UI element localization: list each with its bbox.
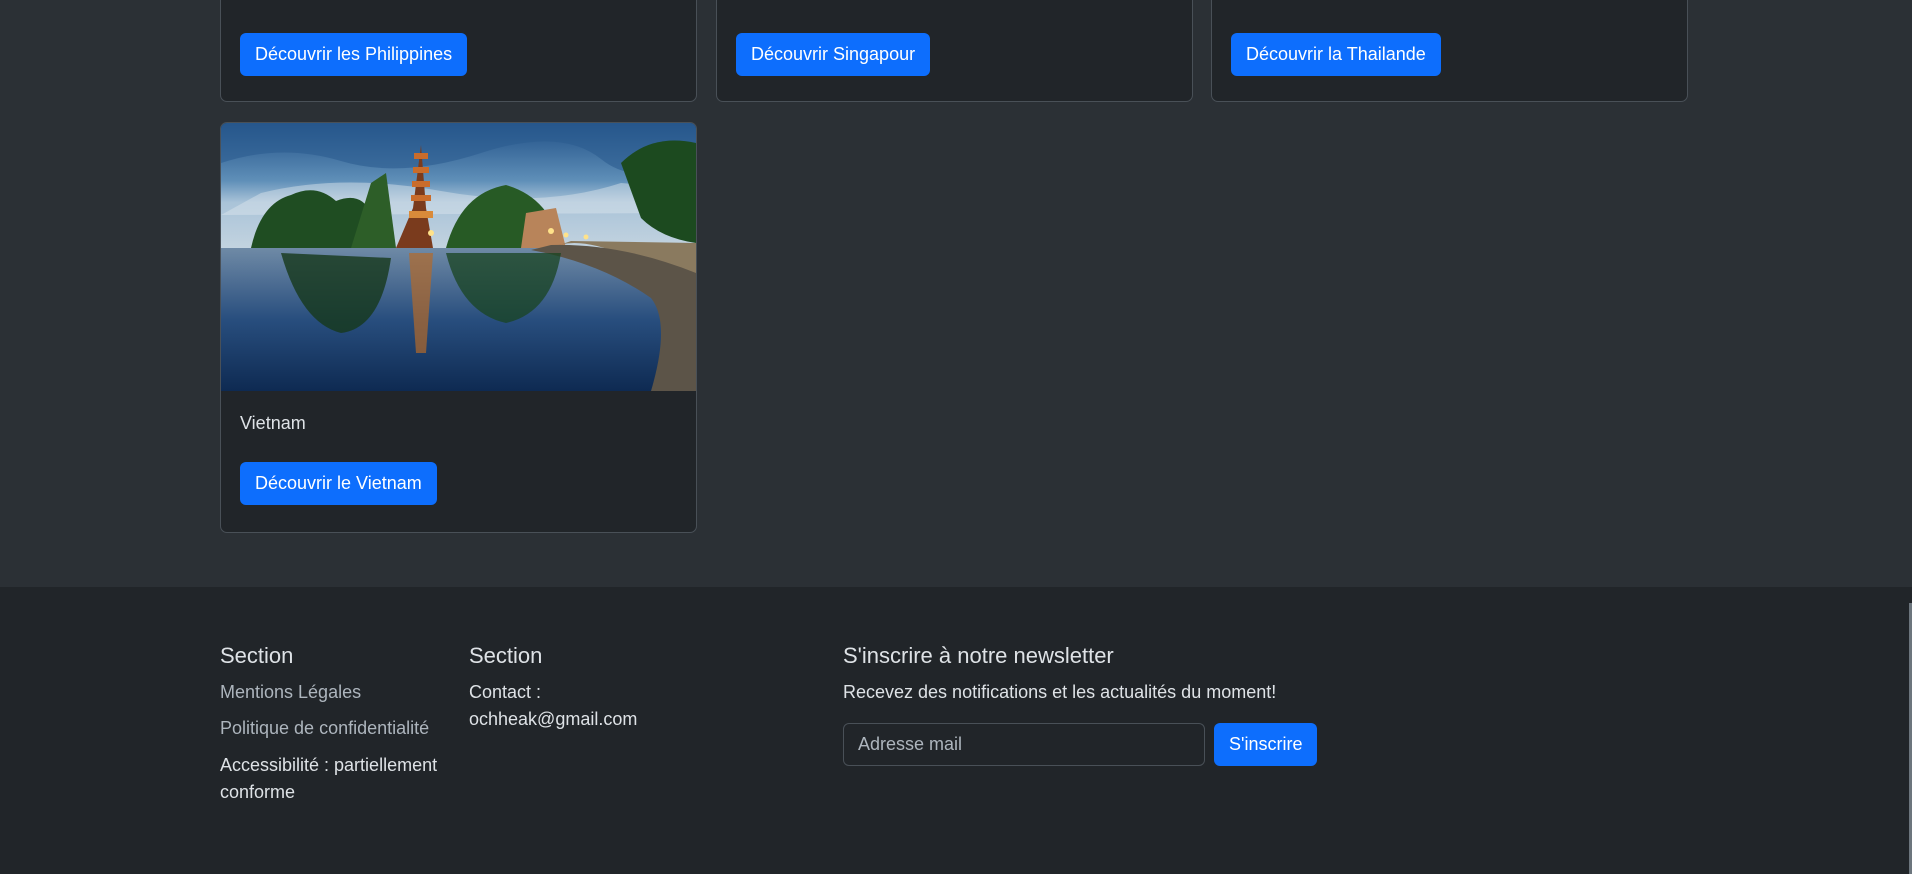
subscribe-button[interactable]: S'inscrire — [1214, 723, 1318, 766]
legal-notice-link[interactable]: Mentions Légales — [220, 679, 361, 706]
discover-singapore-button[interactable]: Découvrir Singapour — [736, 33, 931, 76]
footer: Section Mentions Légales Politique de co… — [0, 587, 1912, 874]
discover-vietnam-button[interactable]: Découvrir le Vietnam — [240, 462, 437, 505]
card-philippines: Découvrir les Philippines — [220, 0, 697, 102]
newsletter-email-input[interactable] — [843, 723, 1205, 766]
newsletter-heading: S'inscrire à notre newsletter — [843, 643, 1114, 668]
footer-col2-heading: Section — [469, 643, 543, 668]
discover-thailand-button[interactable]: Découvrir la Thailande — [1231, 33, 1441, 76]
accessibility-status: Accessibilité : partiellement conforme — [220, 755, 438, 802]
vietnam-photo — [221, 123, 696, 391]
card-title-vietnam: Vietnam — [240, 413, 306, 433]
discover-philippines-button[interactable]: Découvrir les Philippines — [240, 33, 468, 76]
destinations-section: Découvrir les Philippines Découvrir Sing… — [0, 0, 1912, 587]
footer-col1-heading: Section — [220, 643, 294, 668]
card-vietnam: Vietnam Découvrir le Vietnam — [220, 122, 697, 533]
newsletter-description: Recevez des notifications et les actuali… — [843, 682, 1277, 702]
card-thailand: Découvrir la Thailande — [1211, 0, 1688, 102]
contact-info: Contact : ochheak@gmail.com — [469, 682, 638, 729]
card-singapore: Découvrir Singapour — [716, 0, 1193, 102]
privacy-policy-link[interactable]: Politique de confidentialité — [220, 715, 429, 742]
